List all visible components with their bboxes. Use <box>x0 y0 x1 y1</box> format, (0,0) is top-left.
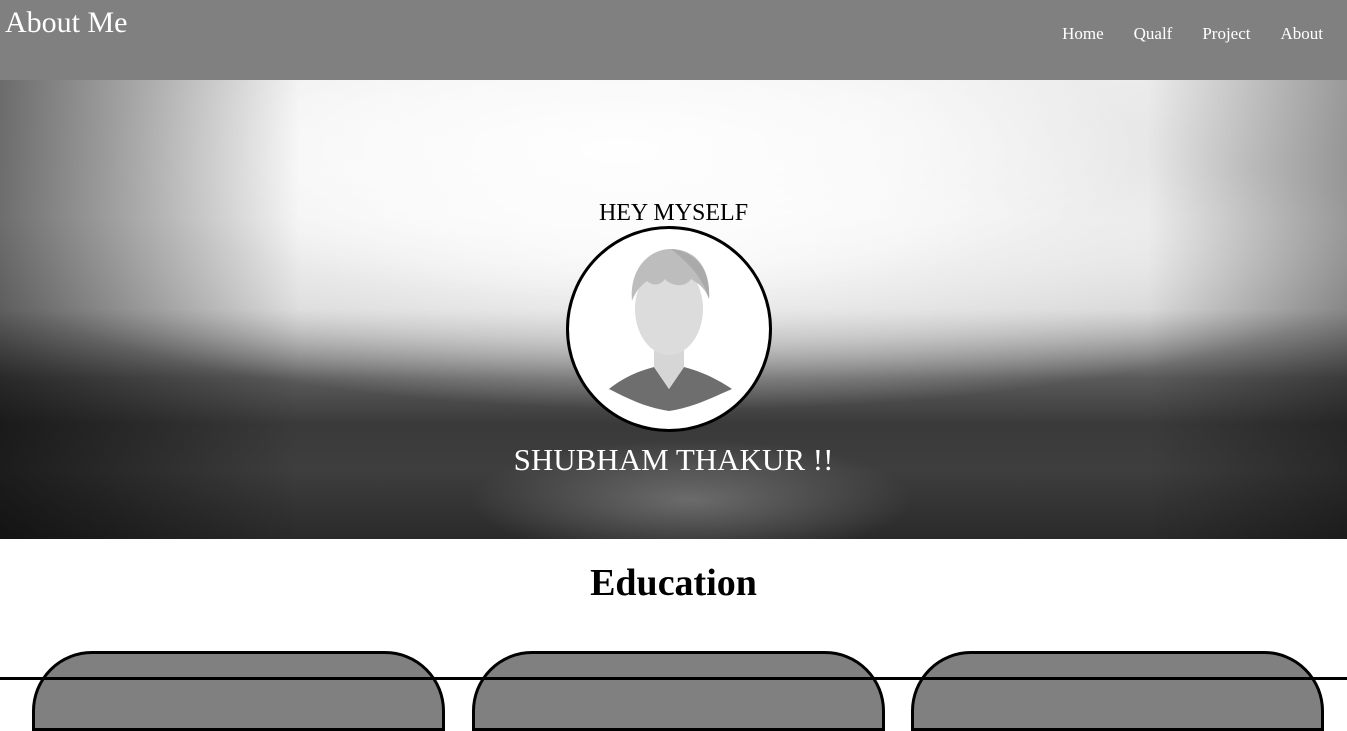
education-card[interactable] <box>472 651 885 731</box>
education-title: Education <box>590 562 757 604</box>
site-header: About Me Home Qualf Project About <box>0 0 1347 80</box>
main-nav: Home Qualf Project About <box>1032 24 1323 44</box>
site-title[interactable]: About Me <box>5 5 128 41</box>
education-card[interactable] <box>32 651 445 731</box>
profile-avatar <box>566 226 772 432</box>
nav-about-link[interactable]: About <box>1281 24 1324 44</box>
hero-section: HEY MYSELF SHUBHAM THAKUR !! <box>0 80 1347 539</box>
nav-project-link[interactable]: Project <box>1202 24 1250 44</box>
hero-greeting: HEY MYSELF <box>598 200 749 226</box>
hero-name: SHUBHAM THAKUR !! <box>513 442 834 477</box>
user-avatar-icon <box>609 249 732 411</box>
nav-home-link[interactable]: Home <box>1062 24 1104 44</box>
nav-qualf-link[interactable]: Qualf <box>1134 24 1173 44</box>
education-card[interactable] <box>911 651 1324 731</box>
